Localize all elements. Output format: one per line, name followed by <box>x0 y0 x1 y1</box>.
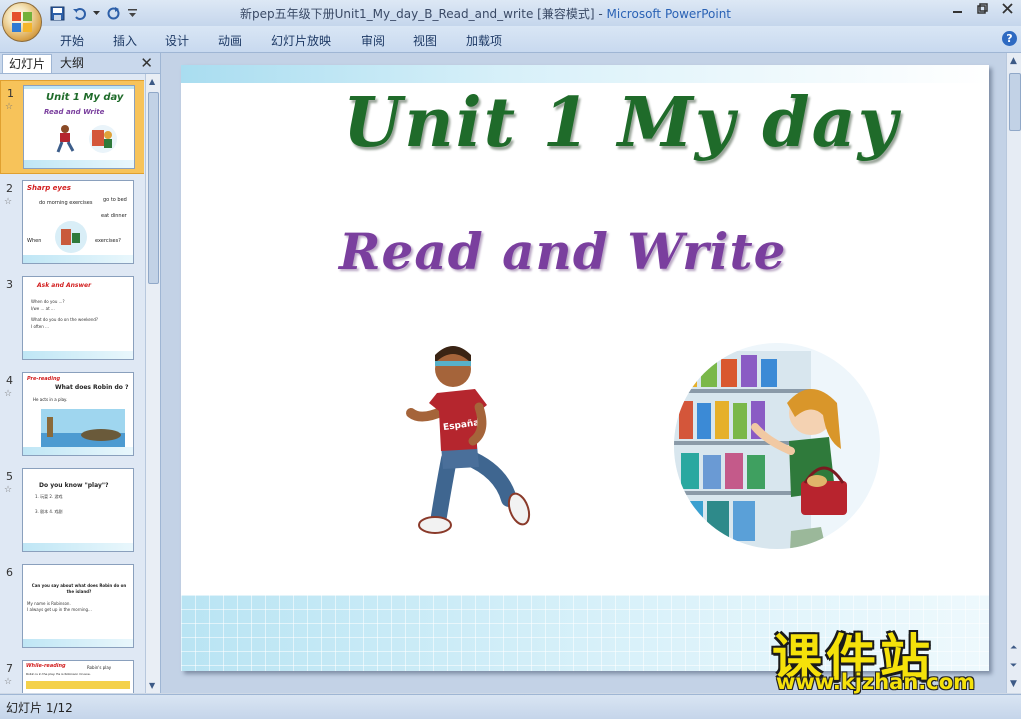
boy-thumb-icon <box>56 125 75 153</box>
tab-animations[interactable]: 动画 <box>218 32 242 49</box>
island-thumb-icon <box>41 409 125 447</box>
thumbnail-row[interactable]: 4 ☆ Pre-reading What does Robin do ? He … <box>0 368 144 460</box>
next-slide-icon[interactable]: ⏷ <box>1010 661 1017 671</box>
scroll-up-icon[interactable]: ▲ <box>1010 56 1017 66</box>
slide-title[interactable]: Unit 1 My day <box>343 83 899 163</box>
pane-tabs: 幻灯片 大纲 ✕ <box>0 53 160 74</box>
help-button[interactable]: ? <box>1002 31 1017 46</box>
thumbnail-list: 1 ☆ Unit 1 My day Read and Write 2 ☆ Sha… <box>0 74 144 693</box>
thumbnail-scrollbar[interactable]: ▲ ▼ <box>145 74 160 693</box>
thumbnail-row[interactable]: 2 ☆ Sharp eyes do morning exercises go t… <box>0 176 144 268</box>
scroll-down-icon[interactable]: ▼ <box>149 681 155 690</box>
customize-icon[interactable] <box>126 4 138 22</box>
thumb-title: Sharp eyes <box>27 184 71 192</box>
watermark-url: www.kjzhan.com <box>776 670 976 694</box>
previous-slide-icon[interactable]: ⏶ <box>1010 643 1017 653</box>
slides-pane: 幻灯片 大纲 ✕ 1 ☆ Unit 1 My day Read and Writ… <box>0 53 161 693</box>
thumbnail-number: 7 <box>6 662 13 675</box>
status-bar: 幻灯片 1/12 <box>0 694 1021 719</box>
tab-slide-show[interactable]: 幻灯片放映 <box>271 32 331 49</box>
thumb-subtitle: Read and Write <box>44 108 105 116</box>
thumbnail-number: 5 <box>6 470 13 483</box>
animation-star-icon: ☆ <box>5 102 14 112</box>
thumbnail-number: 6 <box>6 566 13 579</box>
thumbnail-row[interactable]: 1 ☆ Unit 1 My day Read and Write <box>0 80 144 174</box>
tab-slides[interactable]: 幻灯片 <box>2 54 53 73</box>
close-icon[interactable] <box>1002 3 1013 18</box>
app-name: Microsoft PowerPoint <box>606 7 732 21</box>
thumb-title: Can you say about what does Robin do on … <box>31 583 127 594</box>
save-icon[interactable] <box>48 4 66 22</box>
office-button[interactable] <box>2 2 42 42</box>
thumbnail-row[interactable]: 7 ☆ While-reading Robin's play Robin is … <box>0 656 144 693</box>
office-logo-icon <box>12 12 32 32</box>
quick-access-toolbar <box>48 4 138 22</box>
slide-scrollbar[interactable]: ▲ ⏶ ⏷ ▼ <box>1006 53 1021 693</box>
restore-icon[interactable] <box>977 3 988 18</box>
shopping-girl-illustration[interactable] <box>671 341 883 551</box>
scroll-thumb[interactable] <box>1009 73 1021 131</box>
title-bar: 新pep五年级下册Unit1_My_day_B_Read_and_write [… <box>0 0 1021 27</box>
thumbnail-row[interactable]: 5 ☆ Do you know "play"? 1. 玩耍 2. 游戏 3. 剧… <box>0 464 144 556</box>
ribbon-tabs: 开始 插入 设计 动画 幻灯片放映 审阅 视图 加载项 ? <box>0 26 1021 53</box>
slide-thumbnail[interactable]: While-reading Robin's play Robin is in t… <box>22 660 134 693</box>
slide-subtitle[interactable]: Read and Write <box>339 222 786 281</box>
thumbnail-number: 1 <box>7 87 14 100</box>
thumbnail-row[interactable]: 3 Ask and Answer When do you ...? I/we .… <box>0 272 144 364</box>
document-name: 新pep五年级下册Unit1_My_day_B_Read_and_write [… <box>240 7 595 21</box>
tab-view[interactable]: 视图 <box>413 32 437 49</box>
tab-insert[interactable]: 插入 <box>113 32 137 49</box>
scroll-thumb[interactable] <box>148 92 159 284</box>
minimize-icon[interactable] <box>952 3 963 18</box>
girl-thumb-icon <box>89 125 117 153</box>
animation-star-icon: ☆ <box>4 677 13 687</box>
redo-icon[interactable] <box>104 4 122 22</box>
tab-outline[interactable]: 大纲 <box>54 54 90 72</box>
picture-thumb-icon <box>55 221 87 253</box>
thumbnail-row[interactable]: 6 Can you say about what does Robin do o… <box>0 560 144 652</box>
window-controls <box>952 3 1013 18</box>
slide-thumbnail[interactable]: Can you say about what does Robin do on … <box>22 564 134 648</box>
slide-thumbnail[interactable]: Do you know "play"? 1. 玩耍 2. 游戏 3. 剧本 4.… <box>22 468 134 552</box>
animation-star-icon: ☆ <box>4 389 13 399</box>
close-pane-icon[interactable]: ✕ <box>140 54 153 72</box>
slide-canvas: Unit 1 My day Read and Write España <box>161 53 1006 693</box>
tab-addins[interactable]: 加载项 <box>466 32 502 49</box>
thumbnail-number: 2 <box>6 182 13 195</box>
thumb-title: Ask and Answer <box>37 282 92 289</box>
undo-icon[interactable] <box>70 4 88 22</box>
thumb-title: Pre-reading <box>27 376 61 382</box>
thumbnail-number: 3 <box>6 278 13 291</box>
slide-thumbnail[interactable]: Ask and Answer When do you ...? I/we ...… <box>22 276 134 360</box>
scroll-down-icon[interactable]: ▼ <box>1010 679 1017 689</box>
slide[interactable]: Unit 1 My day Read and Write España <box>181 65 989 671</box>
thumb-title: Do you know "play"? <box>39 482 109 489</box>
window-title: 新pep五年级下册Unit1_My_day_B_Read_and_write [… <box>240 7 732 21</box>
tab-home[interactable]: 开始 <box>60 32 84 49</box>
slide-thumbnail[interactable]: Pre-reading What does Robin do ? He acts… <box>22 372 134 456</box>
running-boy-illustration[interactable]: España <box>391 341 551 541</box>
animation-star-icon: ☆ <box>4 197 13 207</box>
tab-review[interactable]: 审阅 <box>361 32 385 49</box>
scroll-up-icon[interactable]: ▲ <box>149 77 155 86</box>
animation-star-icon: ☆ <box>4 485 13 495</box>
thumbnail-number: 4 <box>6 374 13 387</box>
slide-counter: 幻灯片 1/12 <box>6 701 73 715</box>
thumb-title: While-reading <box>26 663 66 669</box>
thumb-title: Unit 1 My day <box>46 92 124 103</box>
slide-thumbnail[interactable]: Unit 1 My day Read and Write <box>23 85 135 169</box>
slide-thumbnail[interactable]: Sharp eyes do morning exercises go to be… <box>22 180 134 264</box>
dropdown-arrow-icon[interactable] <box>92 4 100 22</box>
tab-design[interactable]: 设计 <box>165 32 189 49</box>
